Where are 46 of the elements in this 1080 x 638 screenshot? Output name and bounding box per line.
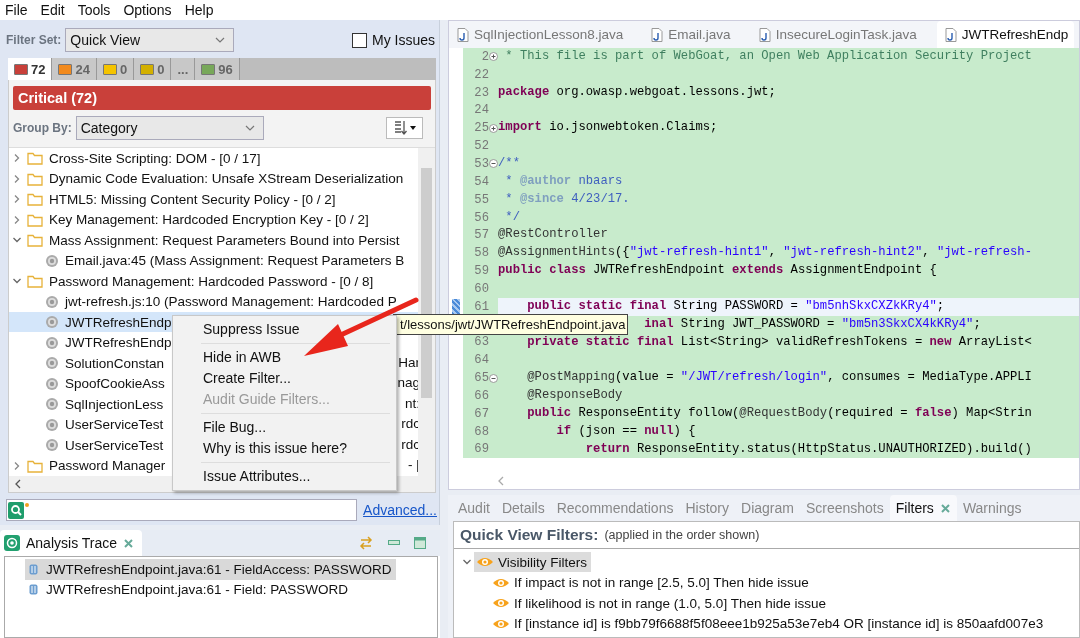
panel-note: (applied in the order shown) [604,528,760,542]
line-number: 61 [473,299,489,314]
line-number: 60 [473,281,489,296]
line-number: 66 [473,388,489,403]
line-number: 52 [473,139,489,154]
code-line: public ResponseEntity follow(@RequestBody(required = false) Map<Strin [526,404,1032,422]
line-number: 22 [473,67,489,82]
code-line: if (json == null) { [555,422,696,440]
line-number: 68 [473,424,489,439]
line-number: 57 [473,228,489,243]
code-line: /** [498,155,520,173]
code-line: public class JWTRefreshEndpoint extends AssignmentEndpoint { [498,262,937,280]
severity-header: Critical (72) [13,86,431,110]
line-number: 58 [473,246,489,261]
code-line: @PostMapping(value = "/JWT/refresh/login", consumes = MediaType.APPLI [526,369,1032,387]
code-line: @RestController [498,226,608,244]
line-number: 24 [473,103,489,118]
code-line: import io.jsonwebtoken.Claims; [498,119,718,137]
code-line: * @since 4/23/17. [504,190,630,208]
tooltip: t/lessons/jwt/JWTRefreshEndpoint.java [393,314,629,335]
code-line: private static final List<String> validRefreshTokens = new ArrayList< [526,333,1032,351]
code-line: * @author nbaars [504,172,623,190]
line-number: 23 [473,85,489,100]
code-line: inal String JWT_PASSWORD = "bm5n3SkxCX4kKRy4"; [644,315,981,333]
line-number: 59 [473,264,489,279]
line-number: 64 [473,353,489,368]
code-line: */ [504,208,520,226]
line-number: 55 [473,192,489,207]
code-line: public static final String PASSWORD = "bm5nhSkxCXZkKRy4"; [526,297,945,315]
line-number: 54 [473,174,489,189]
panel-title: Quick View Filters: [460,526,599,544]
line-number: 65 [473,371,489,386]
line-number: 67 [473,406,489,421]
code-line: return ResponseEntity.status(HttpStatus.UNAUTHORIZED).build() [584,440,1032,458]
line-number: 56 [473,210,489,225]
filter-set-label: Filter Set: [6,33,62,47]
line-number: 25 [473,121,489,136]
line-number: 53 [473,157,489,171]
line-number: 2 [480,49,489,64]
code-line: * This file is part of WebGoat, an Open Web Application Security Project [504,48,1032,65]
code-line: @ResponseBody [526,387,623,405]
line-number: 63 [473,335,489,350]
code-line: @AssignmentHints({"jwt-refresh-hint1", "jwt-refresh-hint2", "jwt-refresh- [498,244,1032,262]
group-by-label: Group By: [13,121,72,136]
code-line: package org.owasp.webgoat.lessons.jwt; [498,83,776,101]
line-number: 69 [473,442,489,457]
